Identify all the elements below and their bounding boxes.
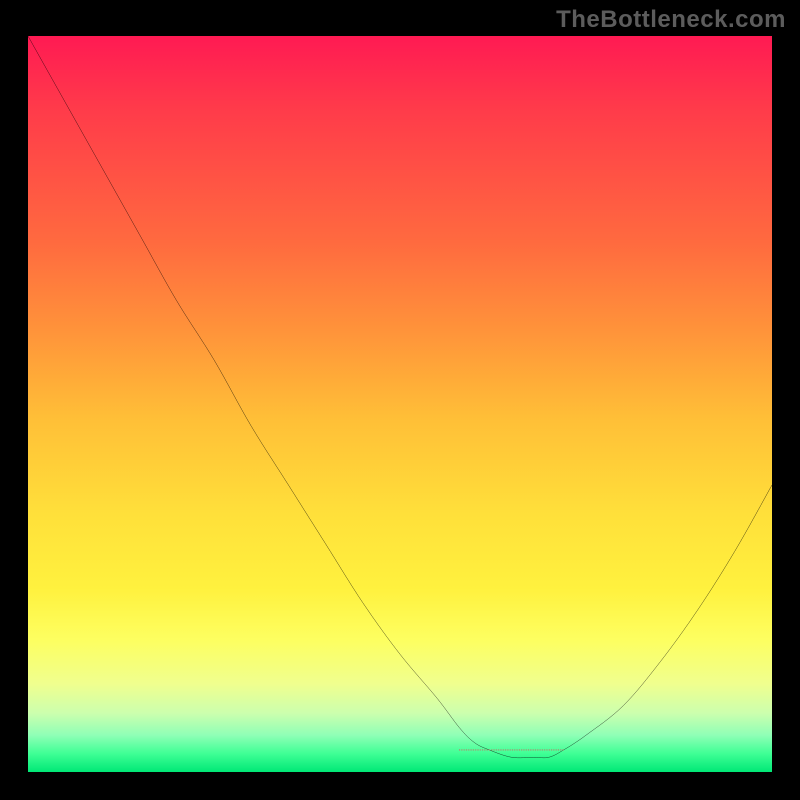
watermark-text: TheBottleneck.com (556, 6, 786, 34)
curve-layer (28, 36, 772, 772)
chart-frame: TheBottleneck.com (0, 0, 800, 800)
bottleneck-curve (28, 36, 772, 758)
plot-area (28, 36, 772, 772)
